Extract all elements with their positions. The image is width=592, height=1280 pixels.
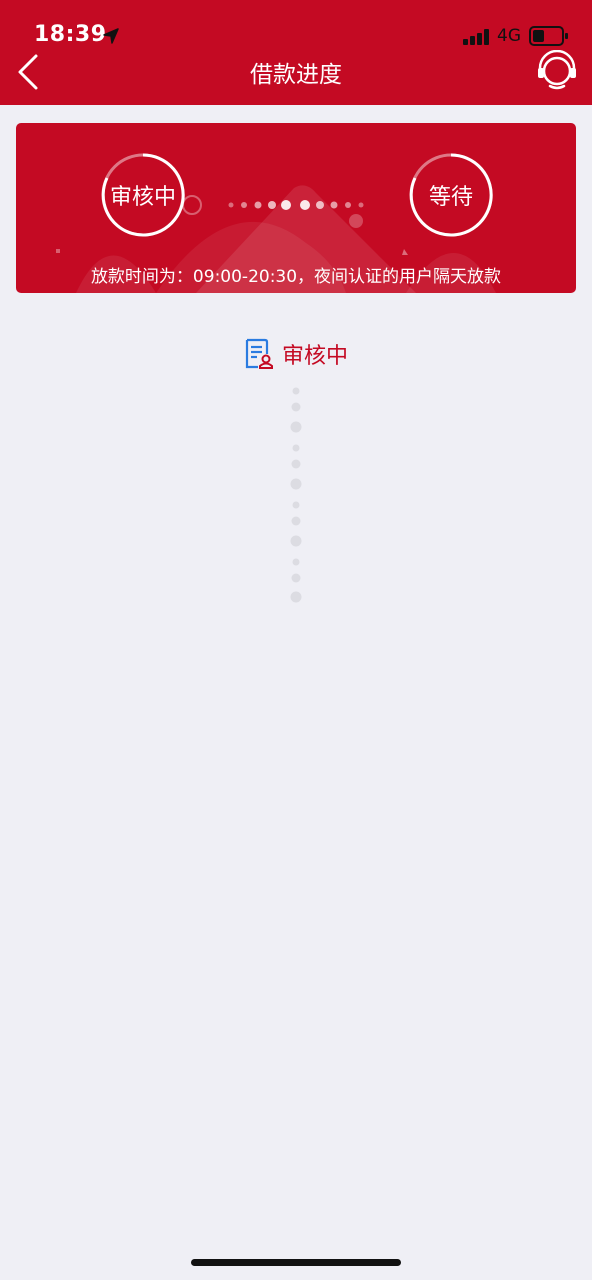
location-arrow-icon bbox=[103, 28, 119, 44]
step-label-review: 审核中 bbox=[109, 185, 176, 210]
step-label-waiting: 等待 bbox=[428, 185, 473, 210]
step-under-review: 审核中 bbox=[101, 153, 185, 237]
network-type: 4G bbox=[497, 26, 521, 46]
page-title: 借款进度 bbox=[250, 62, 342, 88]
step-waiting: 等待 bbox=[409, 153, 493, 237]
customer-service-icon[interactable] bbox=[536, 50, 578, 92]
home-indicator[interactable] bbox=[191, 1259, 401, 1266]
review-document-icon bbox=[245, 338, 273, 369]
disbursement-notice: 放款时间为：09:00-20:30，夜间认证的用户隔天放款 bbox=[90, 267, 502, 287]
app-header: 18:39 4G 借款进度 bbox=[0, 0, 592, 105]
status-time: 18:39 bbox=[34, 22, 107, 47]
status-label: 审核中 bbox=[281, 344, 348, 369]
cellular-signal-icon bbox=[463, 29, 489, 45]
battery-icon bbox=[529, 26, 568, 46]
progress-dots bbox=[228, 200, 364, 210]
timeline-dots bbox=[290, 387, 302, 603]
progress-card: 审核中 等待 放款时间为：09:00-20:30，夜间认证的用户隔天放款 bbox=[16, 123, 576, 293]
current-status: 审核中 bbox=[0, 337, 592, 371]
